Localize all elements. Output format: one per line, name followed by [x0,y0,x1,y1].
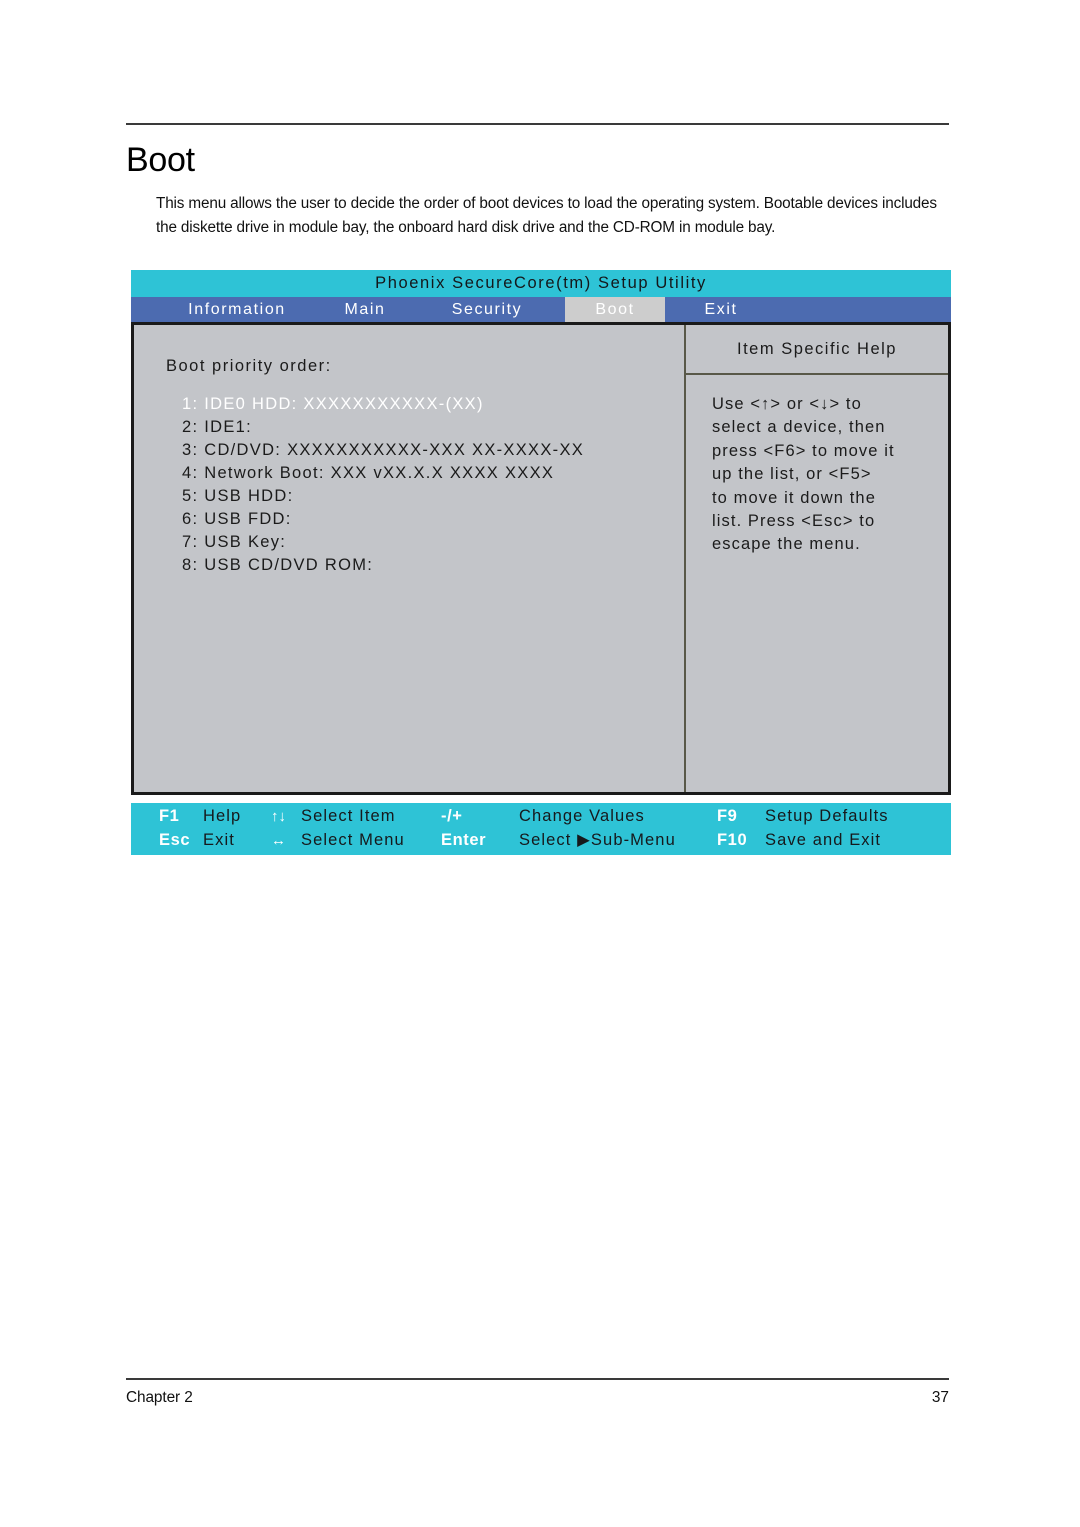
boot-list-item[interactable]: 7: USB Key: [182,531,662,554]
help-line: up the list, or <F5> [712,465,872,484]
fn-desc-exit: Exit [203,830,235,849]
boot-list-item[interactable]: 8: USB CD/DVD ROM: [182,554,662,577]
boot-list-item[interactable]: 3: CD/DVD: XXXXXXXXXXX-XXX XX-XXXX-XX [182,439,662,462]
fn-key-f1[interactable]: F1 [159,803,205,829]
fn-key-f9[interactable]: F9 [717,803,765,829]
bios-menu-bar: Information Main Security Boot Exit [131,297,951,322]
fn-key-esc[interactable]: Esc [159,827,205,853]
fn-desc-setup-defaults: Setup Defaults [765,806,889,825]
boot-list-item[interactable]: 4: Network Boot: XXX vXX.X.X XXXX XXXX [182,462,662,485]
bios-title-text: Phoenix SecureCore(tm) Setup Utility [375,274,707,292]
tab-security[interactable]: Security [419,297,555,322]
footer-page-number: 37 [931,1389,949,1406]
left-right-arrow-icon: ↔ [271,831,286,849]
header-rule [126,123,949,125]
function-key-row-2: Esc Exit ↔ Select Menu Enter Select ▶Sub… [131,827,951,853]
tab-information[interactable]: Information [163,297,311,322]
tab-exit[interactable]: Exit [675,297,767,322]
bios-title-bar: Phoenix SecureCore(tm) Setup Utility [131,270,951,297]
help-line: Use <↑> or <↓> to [712,395,862,413]
intro-paragraph: This menu allows the user to decide the … [156,195,937,236]
boot-priority-panel: Boot priority order: 1: IDE0 HDD: XXXXXX… [134,325,684,792]
help-panel-title: Item Specific Help [737,339,897,358]
fn-key-minus-plus[interactable]: -/+ [441,803,495,829]
help-line: press <F6> to move it [712,441,895,460]
boot-priority-list[interactable]: 1: IDE0 HDD: XXXXXXXXXXX-(XX) 2: IDE1: 3… [182,393,662,577]
fn-desc-select-item: Select Item [301,806,396,825]
help-line: list. Press <Esc> to [712,512,876,531]
fn-desc-save-and-exit: Save and Exit [765,830,882,849]
bios-setup-screen: Phoenix SecureCore(tm) Setup Utility Inf… [131,270,951,858]
boot-list-item[interactable]: 2: IDE1: [182,416,662,439]
fn-desc-select-submenu: Select ▶Sub-Menu [519,831,676,849]
function-key-bar: F1 Help ↑↓ Select Item -/+ Change Values… [131,803,951,855]
fn-key-enter[interactable]: Enter [441,827,495,853]
help-line: escape the menu. [712,535,861,554]
help-line: to move it down the [712,488,876,507]
boot-list-item[interactable]: 5: USB HDD: [182,485,662,508]
tab-boot[interactable]: Boot [565,297,665,322]
fn-key-f10[interactable]: F10 [717,827,765,853]
item-specific-help-panel: Item Specific Help Use <↑> or <↓> to sel… [686,325,948,792]
help-title-divider [686,373,948,375]
up-down-arrow-icon: ↑↓ [271,807,286,825]
footer-rule [126,1378,949,1380]
bios-content-panel: Boot priority order: 1: IDE0 HDD: XXXXXX… [131,322,951,795]
fn-desc-change-values: Change Values [519,806,645,825]
tab-main[interactable]: Main [317,297,413,322]
function-key-row-1: F1 Help ↑↓ Select Item -/+ Change Values… [131,803,951,829]
footer-chapter: Chapter 2 [126,1389,193,1406]
document-page: Boot This menu allows the user to decide… [0,0,1080,1527]
fn-desc-select-menu: Select Menu [301,830,405,849]
fn-desc-help: Help [203,806,242,825]
boot-list-item[interactable]: 6: USB FDD: [182,508,662,531]
page-title: Boot [126,141,195,179]
boot-priority-heading: Boot priority order: [166,357,332,375]
help-line: select a device, then [712,418,886,437]
help-panel-text: Use <↑> or <↓> to select a device, then … [712,393,938,557]
boot-list-item[interactable]: 1: IDE0 HDD: XXXXXXXXXXX-(XX) [182,393,662,416]
